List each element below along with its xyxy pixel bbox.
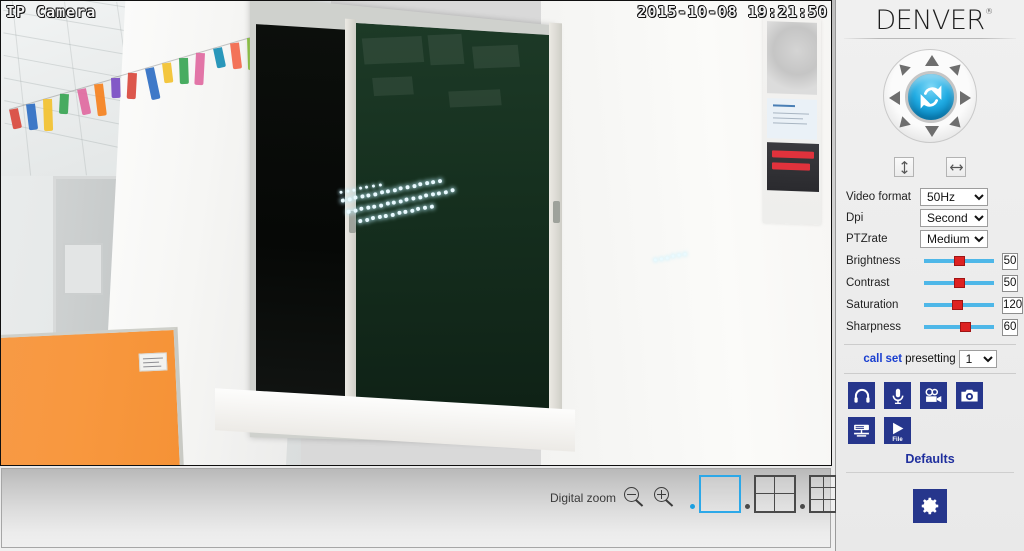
saturation-value[interactable]: 120	[1002, 296, 1024, 314]
digital-zoom-label: Digital zoom	[550, 491, 617, 505]
layout-dot-3x3[interactable]	[800, 504, 805, 509]
scene-wall-poster	[763, 17, 821, 226]
ptz-down-left-arrow-icon[interactable]	[895, 116, 911, 132]
scene-window-handle-2	[553, 201, 560, 223]
slider-row-sharpness: Sharpness 60	[846, 316, 1018, 338]
function-icon-row-2: File	[848, 417, 1024, 444]
ptz-directional-pad[interactable]	[883, 49, 977, 143]
ptz-control-wrap	[836, 39, 1024, 143]
presetting-label: presetting	[905, 353, 956, 365]
video-stream-frame[interactable]: IP Camera 2015-10-08 19:21:50	[0, 0, 832, 466]
camera-settings-group: Video format 50Hz Dpi Second s PTZrate M…	[836, 177, 1024, 338]
scene-window-handle	[349, 211, 356, 233]
flip-button-row	[836, 143, 1024, 177]
ptz-down-right-arrow-icon[interactable]	[949, 116, 965, 132]
ptz-up-arrow-icon[interactable]	[925, 55, 939, 66]
preset-divider-top	[844, 344, 1016, 345]
layout-2x2-button[interactable]	[754, 475, 796, 513]
sharpness-slider[interactable]	[924, 322, 994, 332]
ptz-up-left-arrow-icon[interactable]	[895, 60, 911, 76]
play-file-icon[interactable]: File	[884, 417, 911, 444]
video-bottom-toolbar: Digital zoom	[1, 468, 851, 548]
ip-camera-web-ui: IP Camera 2015-10-08 19:21:50 Digital zo…	[0, 0, 1024, 551]
contrast-slider[interactable]	[924, 278, 994, 288]
contrast-slider-thumb[interactable]	[954, 278, 965, 288]
ptz-right-arrow-icon[interactable]	[960, 91, 971, 105]
video-area: IP Camera 2015-10-08 19:21:50 Digital zo…	[0, 0, 851, 551]
scene-orange-partition	[1, 326, 185, 465]
osd-camera-name: IP Camera	[6, 3, 97, 21]
layout-1x1-button[interactable]	[699, 475, 741, 513]
gear-settings-icon[interactable]	[913, 489, 947, 523]
ptz-down-arrow-icon[interactable]	[925, 126, 939, 137]
video-record-icon[interactable]	[920, 382, 947, 409]
brightness-slider-thumb[interactable]	[954, 256, 965, 266]
video-format-select[interactable]: 50Hz	[920, 188, 988, 206]
sharpness-value[interactable]: 60	[1002, 318, 1018, 336]
layout-selector-group	[690, 475, 851, 513]
slider-row-brightness: Brightness 50	[846, 250, 1018, 272]
microphone-icon[interactable]	[884, 382, 911, 409]
snapshot-camera-icon[interactable]	[956, 382, 983, 409]
brightness-label: Brightness	[846, 255, 901, 267]
defaults-link[interactable]: Defaults	[905, 452, 954, 466]
ptzrate-select[interactable]: Medium	[920, 230, 988, 248]
gear-wrap	[836, 489, 1024, 523]
contrast-value[interactable]: 50	[1002, 274, 1018, 292]
camera-live-scene	[1, 1, 831, 465]
sharpness-slider-thumb[interactable]	[960, 322, 971, 332]
control-panel: DENVER ® Video format 50Hz Dpi Second s …	[836, 0, 1024, 551]
scene-window-dark-pane	[256, 24, 348, 422]
ptz-left-arrow-icon[interactable]	[889, 91, 900, 105]
layout-dot-1x1[interactable]	[690, 504, 695, 509]
brand-name: DENVER	[875, 4, 985, 36]
play-file-caption: File	[892, 437, 903, 443]
digital-zoom-group: Digital zoom	[550, 487, 676, 509]
scene-door-panel	[63, 243, 103, 295]
video-format-label: Video format	[846, 191, 911, 203]
server-icon[interactable]	[848, 417, 875, 444]
brand-logo: DENVER ®	[836, 0, 1024, 38]
brightness-value[interactable]: 50	[1002, 252, 1018, 270]
preset-control-row: call set presetting 1	[836, 350, 1024, 368]
osd-timestamp: 2015-10-08 19:21:50	[637, 3, 828, 21]
flip-vertical-icon[interactable]	[894, 157, 914, 177]
setting-row-ptzrate: PTZrate Medium	[846, 229, 1018, 249]
slider-row-saturation: Saturation 120	[846, 294, 1024, 316]
brightness-slider[interactable]	[924, 256, 994, 266]
scene-window-green-pane	[353, 22, 553, 436]
layout-dot-2x2[interactable]	[745, 504, 750, 509]
magnifier-minus-icon[interactable]	[624, 487, 646, 509]
flip-horizontal-icon[interactable]	[946, 157, 966, 177]
ptz-up-right-arrow-icon[interactable]	[949, 60, 965, 76]
function-icon-grid: File	[836, 382, 1024, 444]
dpi-label: Dpi	[846, 212, 864, 224]
saturation-slider[interactable]	[924, 300, 994, 310]
magnifier-plus-icon[interactable]	[654, 487, 676, 509]
rotate-refresh-icon[interactable]	[905, 71, 957, 123]
setting-row-dpi: Dpi Second s	[846, 208, 1018, 228]
setting-row-video-format: Video format 50Hz	[846, 187, 1018, 207]
function-icon-row-1	[848, 382, 1024, 409]
defaults-divider	[846, 472, 1014, 473]
slider-row-contrast: Contrast 50	[846, 272, 1018, 294]
ptzrate-label: PTZrate	[846, 233, 888, 245]
dpi-select[interactable]: Second s	[920, 209, 988, 227]
brand-registered-mark: ®	[985, 6, 993, 16]
defaults-wrap: Defaults	[836, 450, 1024, 473]
headphones-icon[interactable]	[848, 382, 875, 409]
preset-number-select[interactable]: 1	[958, 350, 997, 368]
scene-partition-label	[138, 352, 168, 372]
preset-divider-bottom	[844, 373, 1016, 374]
set-preset-link[interactable]: set	[886, 353, 903, 365]
call-preset-link[interactable]: call	[863, 353, 882, 365]
sharpness-label: Sharpness	[846, 321, 901, 333]
saturation-label: Saturation	[846, 299, 899, 311]
saturation-slider-thumb[interactable]	[952, 300, 964, 310]
contrast-label: Contrast	[846, 277, 890, 289]
scene-window-mullion-right	[549, 22, 562, 436]
